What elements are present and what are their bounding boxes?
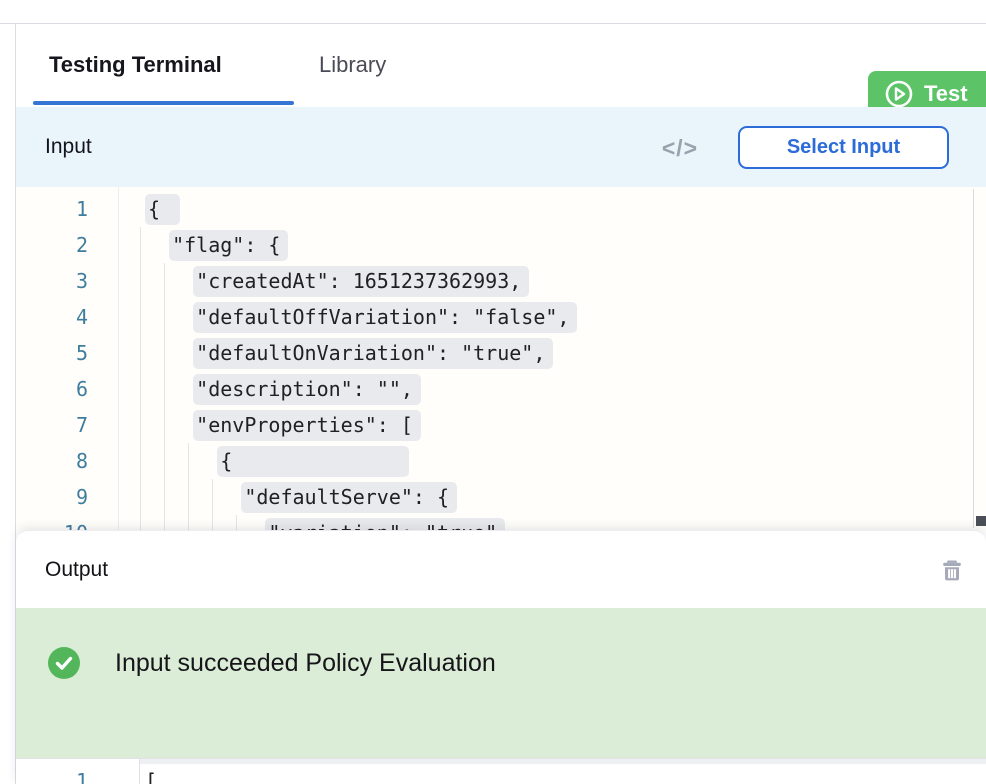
code-line: 9 "defaultServe": { <box>16 479 986 515</box>
select-input-button[interactable]: Select Input <box>738 126 949 169</box>
trash-icon[interactable] <box>938 555 968 585</box>
code-text: "defaultOffVariation": "false", <box>145 299 577 335</box>
success-banner-message: Input succeeded Policy Evaluation <box>115 649 496 678</box>
code-line: 1[ <box>16 763 157 784</box>
code-line: 1{ <box>16 191 986 227</box>
tab-library-label: Library <box>319 52 386 78</box>
output-panel-title: Output <box>45 558 108 582</box>
code-text: [ <box>145 763 157 784</box>
code-text: "envProperties": [ <box>145 407 421 443</box>
line-number: 10 <box>16 515 88 530</box>
scrollbar-thumb[interactable] <box>976 516 986 526</box>
code-text: "defaultOnVariation": "true", <box>145 335 553 371</box>
play-icon <box>884 79 914 109</box>
input-panel-title: Input <box>45 135 92 159</box>
test-button-label: Test <box>924 81 968 107</box>
line-number: 7 <box>16 407 88 443</box>
input-code-lines: 1{ 2 "flag": {3 "createdAt": 16512373629… <box>16 187 986 530</box>
input-panel-header: Input </> Select Input <box>16 107 986 187</box>
code-text: "createdAt": 1651237362993, <box>145 263 529 299</box>
output-editor-top-strip <box>140 759 986 764</box>
success-banner: Input succeeded Policy Evaluation <box>16 608 986 758</box>
output-panel-header: Output <box>16 531 986 608</box>
line-number: 1 <box>16 191 88 227</box>
line-number: 6 <box>16 371 88 407</box>
code-line: 5 "defaultOnVariation": "true", <box>16 335 986 371</box>
code-view-icon[interactable]: </> <box>655 133 705 163</box>
code-text: "flag": { <box>145 227 288 263</box>
indent-guide <box>164 263 165 530</box>
code-text: "description": "", <box>145 371 421 407</box>
code-text: "defaultServe": { <box>145 479 457 515</box>
line-number: 3 <box>16 263 88 299</box>
line-number: 4 <box>16 299 88 335</box>
code-line: 2 "flag": { <box>16 227 986 263</box>
tab-testing-terminal-label: Testing Terminal <box>49 52 222 78</box>
success-check-icon <box>48 647 80 679</box>
tab-bar: Testing Terminal Library Test <box>16 24 986 107</box>
code-line: 6 "description": "", <box>16 371 986 407</box>
line-number: 5 <box>16 335 88 371</box>
tab-library[interactable]: Library <box>319 24 386 106</box>
code-text: "variation": "true" <box>145 515 505 530</box>
indent-guide <box>140 227 141 530</box>
active-tab-underline <box>33 101 294 105</box>
line-number: 2 <box>16 227 88 263</box>
code-text: { <box>145 443 409 479</box>
output-code-editor[interactable]: 1[ <box>16 759 986 784</box>
scrollbar-track <box>973 189 974 528</box>
code-line: 3 "createdAt": 1651237362993, <box>16 263 986 299</box>
tab-testing-terminal[interactable]: Testing Terminal <box>33 24 238 106</box>
line-number: 9 <box>16 479 88 515</box>
code-line: 7 "envProperties": [ <box>16 407 986 443</box>
code-line: 10 "variation": "true" <box>16 515 986 530</box>
code-text: { <box>145 191 180 227</box>
code-line: 8 { <box>16 443 986 479</box>
line-number: 8 <box>16 443 88 479</box>
line-number: 1 <box>16 763 88 784</box>
output-sheet: Output Input succeeded Policy E <box>16 530 986 784</box>
indent-guide <box>188 443 189 530</box>
input-code-editor[interactable]: 1{ 2 "flag": {3 "createdAt": 16512373629… <box>16 187 986 530</box>
indent-guide <box>212 479 213 530</box>
testing-terminal-page: Testing Terminal Library Test Input </> … <box>0 0 986 784</box>
indent-guide <box>236 515 237 530</box>
code-line: 4 "defaultOffVariation": "false", <box>16 299 986 335</box>
